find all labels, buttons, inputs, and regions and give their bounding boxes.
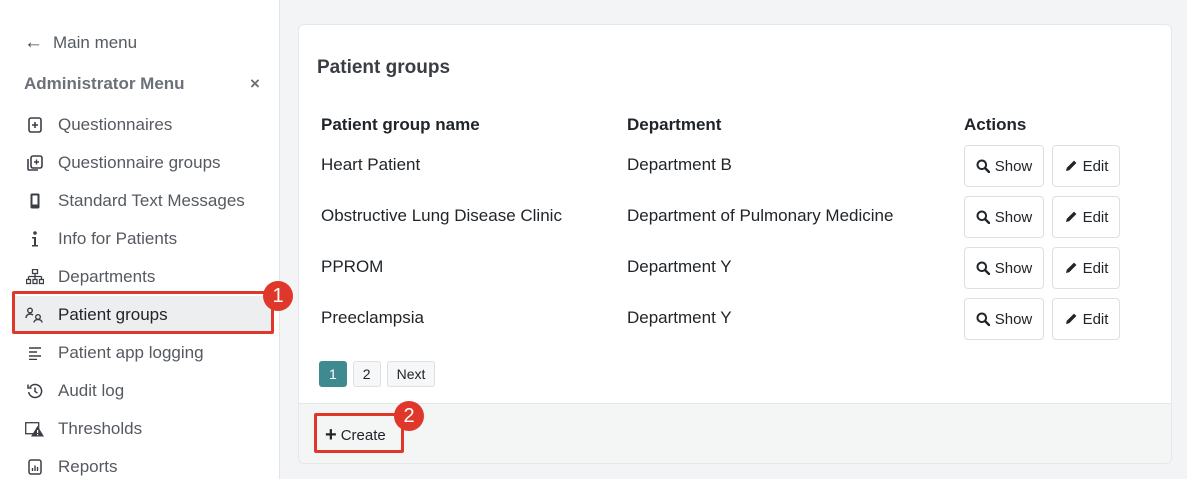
show-label: Show [994, 310, 1033, 328]
files-icon [22, 155, 48, 171]
sidebar-item-label: Standard Text Messages [58, 191, 245, 210]
show-button[interactable]: Show [964, 247, 1044, 289]
edit-label: Edit [1082, 310, 1109, 328]
patient-group-name: Preeclampsia [321, 308, 424, 327]
edit-label: Edit [1082, 157, 1109, 175]
lines-icon [22, 346, 48, 360]
sidebar-item-questionnaires[interactable]: Questionnaires [12, 106, 274, 144]
sidebar-item-label: Questionnaire groups [58, 153, 221, 172]
pencil-icon [1065, 313, 1076, 324]
card-footer: + Create [299, 403, 1171, 463]
table-row: Obstructive Lung Disease Clinic Departme… [299, 196, 1171, 246]
page-1-button[interactable]: 1 [319, 361, 347, 387]
pencil-icon [1065, 160, 1076, 171]
next-page-button[interactable]: Next [386, 361, 436, 387]
show-button[interactable]: Show [964, 298, 1044, 340]
annotation-badge-2: 2 [394, 401, 424, 431]
edit-button[interactable]: Edit [1052, 247, 1120, 289]
patient-group-name: PPROM [321, 257, 384, 276]
sidebar-item-label: Info for Patients [58, 229, 178, 248]
sidebar-item-info-for-patients[interactable]: Info for Patients [12, 220, 274, 258]
sidebar-item-audit-log[interactable]: Audit log [12, 372, 274, 410]
patient-group-name: Obstructive Lung Disease Clinic [321, 206, 562, 225]
search-icon [976, 261, 990, 275]
sidebar-item-standard-text-messages[interactable]: Standard Text Messages [12, 182, 274, 220]
page-title: Patient groups [317, 57, 451, 78]
table-row: PPROM Department Y Show Edit [299, 247, 1171, 297]
sidebar-item-label: Patient app logging [58, 343, 204, 362]
column-header-actions: Actions [964, 115, 1027, 134]
table-row: Heart Patient Department B Show Edit [299, 145, 1171, 195]
sidebar-item-patient-app-logging[interactable]: Patient app logging [12, 334, 274, 372]
sidebar-item-label: Departments [58, 267, 156, 286]
department-name: Department Y [627, 257, 732, 276]
annotation-box-2 [314, 413, 404, 453]
main-menu-label: Main menu [53, 33, 138, 52]
department-name: Department of Pulmonary Medicine [627, 206, 894, 225]
info-icon [22, 231, 48, 247]
page-2-button[interactable]: 2 [352, 361, 381, 387]
sidebar-item-label: Thresholds [58, 419, 143, 438]
main-menu-link[interactable]: ← Main menu [24, 32, 137, 54]
patient-groups-card: Patient groups Patient group name Depart… [298, 24, 1172, 464]
arrow-left-icon: ← [24, 32, 43, 53]
department-name: Department B [627, 155, 732, 174]
patient-group-name: Heart Patient [321, 155, 421, 174]
column-header-name: Patient group name [321, 115, 480, 134]
phone-icon [22, 193, 48, 209]
search-icon [976, 312, 990, 326]
annotation-box-1 [12, 291, 274, 334]
menu-title: Administrator Menu [24, 74, 185, 93]
sidebar: ← Main menu Administrator Menu × Questio… [0, 0, 280, 479]
pagination: 1 2 Next [319, 361, 441, 387]
edit-button[interactable]: Edit [1052, 196, 1120, 238]
file-plus-icon [22, 117, 48, 133]
show-label: Show [994, 157, 1033, 175]
hierarchy-icon [22, 269, 48, 285]
close-icon[interactable]: × [250, 74, 260, 94]
sidebar-item-thresholds[interactable]: Thresholds [12, 410, 274, 448]
edit-label: Edit [1082, 259, 1109, 277]
search-icon [976, 210, 990, 224]
edit-button[interactable]: Edit [1052, 298, 1120, 340]
report-icon [22, 459, 48, 475]
department-name: Department Y [627, 308, 732, 327]
sidebar-item-questionnaire-groups[interactable]: Questionnaire groups [12, 144, 274, 182]
show-label: Show [994, 259, 1033, 277]
annotation-badge-1: 1 [263, 281, 293, 311]
sidebar-item-reports[interactable]: Reports [12, 448, 274, 479]
table-row: Preeclampsia Department Y Show Edit [299, 298, 1171, 348]
edit-button[interactable]: Edit [1052, 145, 1120, 187]
edit-label: Edit [1082, 208, 1109, 226]
pencil-icon [1065, 262, 1076, 273]
search-icon [976, 159, 990, 173]
show-button[interactable]: Show [964, 145, 1044, 187]
show-button[interactable]: Show [964, 196, 1044, 238]
warning-image-icon [22, 421, 48, 437]
column-header-department: Department [627, 115, 722, 134]
sidebar-item-label: Reports [58, 457, 118, 476]
show-label: Show [994, 208, 1033, 226]
pencil-icon [1065, 211, 1076, 222]
history-icon [22, 383, 48, 399]
sidebar-item-label: Questionnaires [58, 115, 173, 134]
sidebar-item-label: Audit log [58, 381, 125, 400]
